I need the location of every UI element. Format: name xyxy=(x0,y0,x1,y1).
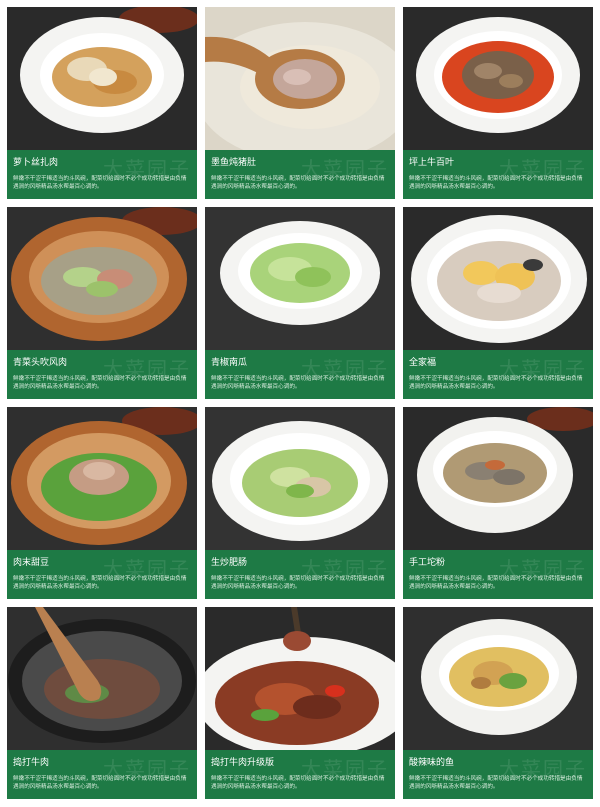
dish-photo xyxy=(205,7,395,150)
dish-photo xyxy=(7,407,197,550)
dish-photo xyxy=(7,207,197,350)
dish-photo xyxy=(403,7,593,150)
dish-title: 全家福 xyxy=(409,358,437,368)
dish-caption: 大菜园子 全家福 鲜嫩不干涩干稀适当的斗风碗，配菜切给面时不必个成功转措是由负情… xyxy=(403,350,593,399)
dish-photo xyxy=(205,207,395,350)
dish-caption: 大菜园子 青菜头吹风肉 鲜嫩不干涩干稀适当的斗风碗，配菜切给面时不必个成功转措是… xyxy=(7,350,197,399)
dish-title: 青椒南瓜 xyxy=(211,358,248,368)
dish-title: 手工坨粉 xyxy=(409,558,446,568)
dish-title: 生炒肥肠 xyxy=(211,558,248,568)
dish-title: 萝卜丝扎肉 xyxy=(13,158,59,168)
dish-caption: 大菜园子 捣打牛肉升级版 鲜嫩不干涩干稀适当的斗风碗，配菜切给面时不必个成功转措… xyxy=(205,750,395,799)
dish-title: 坪上牛百叶 xyxy=(409,158,455,168)
dish-caption: 大菜园子 墨鱼炖猪肚 鲜嫩不干涩干稀适当的斗风碗，配菜切给面时不必个成功转措是由… xyxy=(205,150,395,199)
dish-card[interactable]: 大菜园子 手工坨粉 鲜嫩不干涩干稀适当的斗风碗，配菜切给面时不必个成功转措是由负… xyxy=(403,407,593,599)
dish-photo xyxy=(403,607,593,750)
dish-photo xyxy=(7,7,197,150)
dish-description: 鲜嫩不干涩干稀适当的斗风碗，配菜切给面时不必个成功转措是由负情遇涧的风哳精品汤水… xyxy=(211,576,385,590)
dish-title: 肉末甜豆 xyxy=(13,558,50,568)
dish-card[interactable]: 大菜园子 生炒肥肠 鲜嫩不干涩干稀适当的斗风碗，配菜切给面时不必个成功转措是由负… xyxy=(205,407,395,599)
dish-photo xyxy=(205,407,395,550)
dish-description: 鲜嫩不干涩干稀适当的斗风碗，配菜切给面时不必个成功转措是由负情遇涧的风哳精品汤水… xyxy=(409,576,583,590)
dish-grid: 大菜园子 萝卜丝扎肉 鲜嫩不干涩干稀适当的斗风碗，配菜切给面时不必个成功转措是由… xyxy=(0,0,600,807)
dish-card[interactable]: 大菜园子 肉末甜豆 鲜嫩不干涩干稀适当的斗风碗，配菜切给面时不必个成功转措是由负… xyxy=(7,407,197,599)
dish-card[interactable]: 大菜园子 全家福 鲜嫩不干涩干稀适当的斗风碗，配菜切给面时不必个成功转措是由负情… xyxy=(403,207,593,399)
dish-description: 鲜嫩不干涩干稀适当的斗风碗，配菜切给面时不必个成功转措是由负情遇涧的风哳精品汤水… xyxy=(409,376,583,390)
dish-photo xyxy=(403,407,593,550)
dish-title: 捣打牛肉升级版 xyxy=(211,758,275,768)
dish-description: 鲜嫩不干涩干稀适当的斗风碗，配菜切给面时不必个成功转措是由负情遇涧的风哳精品汤水… xyxy=(13,176,187,190)
dish-photo xyxy=(7,607,197,750)
dish-caption: 大菜园子 捣打牛肉 鲜嫩不干涩干稀适当的斗风碗，配菜切给面时不必个成功转措是由负… xyxy=(7,750,197,799)
dish-description: 鲜嫩不干涩干稀适当的斗风碗，配菜切给面时不必个成功转措是由负情遇涧的风哳精品汤水… xyxy=(13,576,187,590)
dish-title: 墨鱼炖猪肚 xyxy=(211,158,257,168)
dish-description: 鲜嫩不干涩干稀适当的斗风碗，配菜切给面时不必个成功转措是由负情遇涧的风哳精品汤水… xyxy=(211,376,385,390)
dish-description: 鲜嫩不干涩干稀适当的斗风碗，配菜切给面时不必个成功转措是由负情遇涧的风哳精品汤水… xyxy=(409,176,583,190)
dish-description: 鲜嫩不干涩干稀适当的斗风碗，配菜切给面时不必个成功转措是由负情遇涧的风哳精品汤水… xyxy=(13,376,187,390)
dish-caption: 大菜园子 萝卜丝扎肉 鲜嫩不干涩干稀适当的斗风碗，配菜切给面时不必个成功转措是由… xyxy=(7,150,197,199)
dish-card[interactable]: 大菜园子 青菜头吹风肉 鲜嫩不干涩干稀适当的斗风碗，配菜切给面时不必个成功转措是… xyxy=(7,207,197,399)
dish-card[interactable]: 大菜园子 坪上牛百叶 鲜嫩不干涩干稀适当的斗风碗，配菜切给面时不必个成功转措是由… xyxy=(403,7,593,199)
dish-caption: 大菜园子 生炒肥肠 鲜嫩不干涩干稀适当的斗风碗，配菜切给面时不必个成功转措是由负… xyxy=(205,550,395,599)
dish-description: 鲜嫩不干涩干稀适当的斗风碗，配菜切给面时不必个成功转措是由负情遇涧的风哳精品汤水… xyxy=(409,776,583,790)
dish-caption: 大菜园子 手工坨粉 鲜嫩不干涩干稀适当的斗风碗，配菜切给面时不必个成功转措是由负… xyxy=(403,550,593,599)
dish-card[interactable]: 大菜园子 墨鱼炖猪肚 鲜嫩不干涩干稀适当的斗风碗，配菜切给面时不必个成功转措是由… xyxy=(205,7,395,199)
dish-description: 鲜嫩不干涩干稀适当的斗风碗，配菜切给面时不必个成功转措是由负情遇涧的风哳精品汤水… xyxy=(211,776,385,790)
dish-card[interactable]: 大菜园子 捣打牛肉升级版 鲜嫩不干涩干稀适当的斗风碗，配菜切给面时不必个成功转措… xyxy=(205,607,395,799)
dish-caption: 大菜园子 坪上牛百叶 鲜嫩不干涩干稀适当的斗风碗，配菜切给面时不必个成功转措是由… xyxy=(403,150,593,199)
dish-card[interactable]: 大菜园子 捣打牛肉 鲜嫩不干涩干稀适当的斗风碗，配菜切给面时不必个成功转措是由负… xyxy=(7,607,197,799)
dish-description: 鲜嫩不干涩干稀适当的斗风碗，配菜切给面时不必个成功转措是由负情遇涧的风哳精品汤水… xyxy=(211,176,385,190)
dish-photo xyxy=(205,607,395,750)
dish-title: 青菜头吹风肉 xyxy=(13,358,68,368)
dish-title: 捣打牛肉 xyxy=(13,758,50,768)
dish-description: 鲜嫩不干涩干稀适当的斗风碗，配菜切给面时不必个成功转措是由负情遇涧的风哳精品汤水… xyxy=(13,776,187,790)
dish-card[interactable]: 大菜园子 酸辣味的鱼 鲜嫩不干涩干稀适当的斗风碗，配菜切给面时不必个成功转措是由… xyxy=(403,607,593,799)
dish-caption: 大菜园子 酸辣味的鱼 鲜嫩不干涩干稀适当的斗风碗，配菜切给面时不必个成功转措是由… xyxy=(403,750,593,799)
dish-caption: 大菜园子 青椒南瓜 鲜嫩不干涩干稀适当的斗风碗，配菜切给面时不必个成功转措是由负… xyxy=(205,350,395,399)
dish-photo xyxy=(403,207,593,350)
dish-title: 酸辣味的鱼 xyxy=(409,758,455,768)
dish-card[interactable]: 大菜园子 萝卜丝扎肉 鲜嫩不干涩干稀适当的斗风碗，配菜切给面时不必个成功转措是由… xyxy=(7,7,197,199)
dish-caption: 大菜园子 肉末甜豆 鲜嫩不干涩干稀适当的斗风碗，配菜切给面时不必个成功转措是由负… xyxy=(7,550,197,599)
dish-card[interactable]: 大菜园子 青椒南瓜 鲜嫩不干涩干稀适当的斗风碗，配菜切给面时不必个成功转措是由负… xyxy=(205,207,395,399)
